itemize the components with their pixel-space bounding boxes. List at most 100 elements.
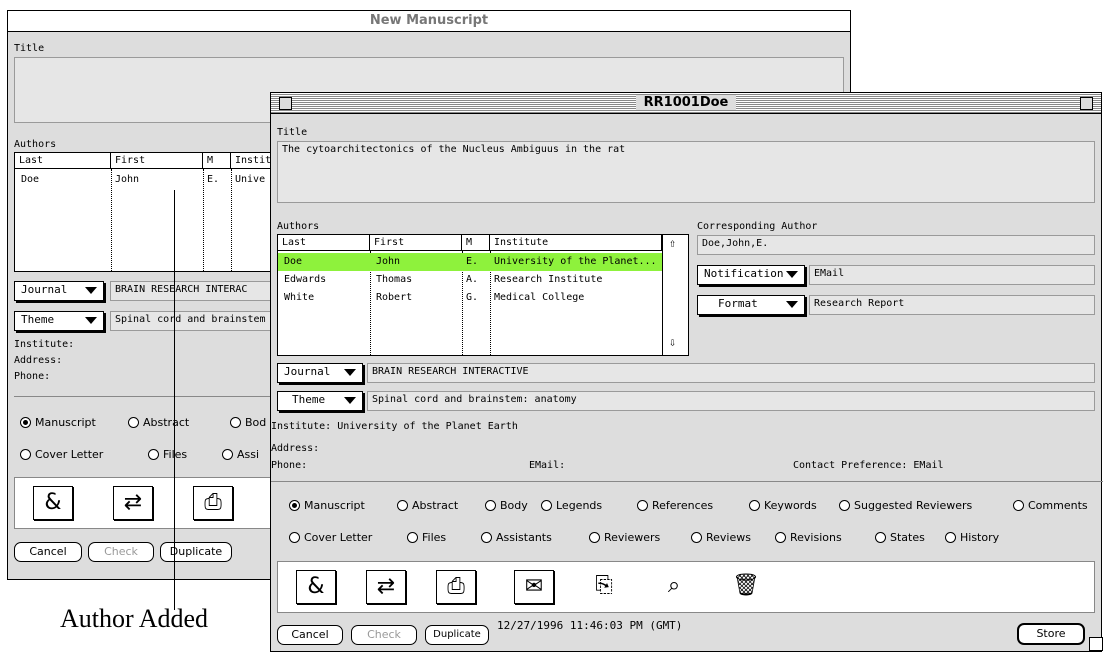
authors-label: Authors xyxy=(14,139,57,150)
radio-abstract[interactable]: Abstract xyxy=(397,499,458,512)
radio-indicator xyxy=(945,532,956,543)
radio-indicator xyxy=(289,532,300,543)
table-row[interactable]: Doe John E. University of the Planet... xyxy=(278,253,662,271)
duplicate-button[interactable]: Duplicate xyxy=(160,542,232,562)
radio-cover-letter[interactable]: Cover Letter xyxy=(20,448,103,461)
transfer-icon[interactable]: ⇄ xyxy=(366,570,406,604)
theme-popup[interactable]: Theme xyxy=(14,311,104,331)
radio-assistants[interactable]: Assistants xyxy=(481,531,552,544)
duplicate-button[interactable]: Duplicate xyxy=(425,625,489,645)
notification-popup[interactable]: Notification xyxy=(697,265,805,285)
table-row[interactable]: Edwards Thomas A. Research Institute xyxy=(278,271,662,289)
notification-field[interactable]: EMail xyxy=(809,265,1095,285)
search-icon[interactable]: ⌕ xyxy=(654,570,694,604)
col-last[interactable]: Last xyxy=(15,153,111,169)
journal-field[interactable]: BRAIN RESEARCH INTERACTIVE xyxy=(367,363,1095,383)
col-last[interactable]: Last xyxy=(278,235,370,251)
radio-body[interactable]: Body xyxy=(485,499,528,512)
divider xyxy=(14,396,276,397)
radio-indicator xyxy=(589,532,600,543)
radio-suggested-reviewers[interactable]: Suggested Reviewers xyxy=(839,499,972,512)
corresponding-author-field[interactable]: Doe,John,E. xyxy=(697,235,1095,255)
radio-references[interactable]: References xyxy=(637,499,713,512)
col-first[interactable]: First xyxy=(111,153,203,169)
print-icon[interactable]: ⎙ xyxy=(436,570,476,604)
trash-icon[interactable]: 🗑 xyxy=(726,570,766,604)
window-title-bar[interactable]: RR1001Doe xyxy=(271,93,1101,114)
mail-icon[interactable]: ✉ xyxy=(514,570,554,604)
authors-table[interactable]: Last First M Institute Doe John E. Unive… xyxy=(277,234,689,356)
format-popup[interactable]: Format xyxy=(697,295,805,315)
radio-manuscript[interactable]: Manuscript xyxy=(20,416,96,429)
zoom-box-icon[interactable] xyxy=(1080,97,1093,110)
radio-indicator xyxy=(397,500,408,511)
radio-indicator xyxy=(1013,500,1024,511)
cancel-button[interactable]: Cancel xyxy=(277,625,343,645)
table-row[interactable]: White Robert G. Medical College xyxy=(278,289,662,307)
scroll-down-icon[interactable]: ⇩ xyxy=(669,335,676,349)
radio-manuscript[interactable]: Manuscript xyxy=(289,499,365,512)
radio-reviews[interactable]: Reviews xyxy=(691,531,751,544)
theme-field[interactable]: Spinal cord and brainstem: anatomy xyxy=(367,391,1095,411)
window-title[interactable]: New Manuscript xyxy=(8,11,850,32)
check-button[interactable]: Check xyxy=(351,625,417,645)
title-field[interactable]: The cytoarchitectonics of the Nucleus Am… xyxy=(277,141,1095,203)
radio-indicator xyxy=(485,500,496,511)
radio-comments[interactable]: Comments xyxy=(1013,499,1088,512)
radio-indicator xyxy=(148,449,159,460)
radio-indicator xyxy=(839,500,850,511)
phone-label: Phone: xyxy=(14,371,51,382)
cancel-button[interactable]: Cancel xyxy=(14,542,82,562)
journal-field[interactable]: BRAIN RESEARCH INTERAC xyxy=(110,281,280,301)
radio-cover-letter[interactable]: Cover Letter xyxy=(289,531,372,544)
col-first[interactable]: First xyxy=(370,235,462,251)
radio-indicator xyxy=(407,532,418,543)
resize-handle-icon[interactable] xyxy=(1089,637,1103,651)
annotation-label: Author Added xyxy=(60,604,209,633)
radio-files[interactable]: Files xyxy=(148,448,187,461)
col-m[interactable]: M xyxy=(462,235,490,251)
annotation-line xyxy=(174,190,175,610)
radio-indicator xyxy=(775,532,786,543)
transfer-icon[interactable]: ⇄ xyxy=(113,486,153,520)
col-institute[interactable]: Institute xyxy=(490,235,662,251)
journal-popup[interactable]: Journal xyxy=(14,281,104,301)
institute-label: Institute: xyxy=(14,339,75,350)
radio-indicator xyxy=(20,449,31,460)
corresponding-author-label: Corresponding Author xyxy=(697,221,818,232)
radio-indicator xyxy=(691,532,702,543)
journal-popup[interactable]: Journal xyxy=(277,363,363,383)
title-label: Title xyxy=(277,127,308,138)
radio-keywords[interactable]: Keywords xyxy=(749,499,817,512)
radio-indicator xyxy=(20,417,31,428)
theme-field[interactable]: Spinal cord and brainstem xyxy=(110,311,280,331)
close-box-icon[interactable] xyxy=(279,97,292,110)
format-field[interactable]: Research Report xyxy=(809,295,1095,315)
radio-assistants[interactable]: Assi xyxy=(222,448,259,461)
radio-body[interactable]: Bod xyxy=(230,416,266,429)
institute-label: Institute: University of the Planet Eart… xyxy=(271,421,518,432)
authors-table[interactable]: Last First M Instit Doe John E. Unive xyxy=(14,152,274,272)
check-button[interactable]: Check xyxy=(88,542,154,562)
radio-abstract[interactable]: Abstract xyxy=(128,416,189,429)
radio-legends[interactable]: Legends xyxy=(541,499,602,512)
ampersand-doc-icon[interactable]: & xyxy=(296,570,336,604)
radio-reviewers[interactable]: Reviewers xyxy=(589,531,660,544)
radio-history[interactable]: History xyxy=(945,531,999,544)
scroll-up-icon[interactable]: ⇧ xyxy=(669,236,676,250)
radio-states[interactable]: States xyxy=(875,531,925,544)
ampersand-doc-icon[interactable]: & xyxy=(33,486,73,520)
theme-popup[interactable]: Theme xyxy=(277,391,363,411)
authors-scrollbar[interactable]: ⇧ ⇩ xyxy=(662,235,688,355)
divider xyxy=(271,481,1103,482)
radio-files[interactable]: Files xyxy=(407,531,446,544)
radio-revisions[interactable]: Revisions xyxy=(775,531,842,544)
store-button[interactable]: Store xyxy=(1017,623,1085,645)
chevron-down-icon xyxy=(344,369,356,376)
col-institute[interactable]: Instit xyxy=(231,153,273,169)
radio-indicator xyxy=(289,500,300,511)
export-icon[interactable]: ⎘ xyxy=(584,570,624,604)
print-icon[interactable]: ⎙ xyxy=(193,486,233,520)
col-m[interactable]: M xyxy=(203,153,231,169)
table-row[interactable]: Doe John E. Unive xyxy=(15,171,273,189)
